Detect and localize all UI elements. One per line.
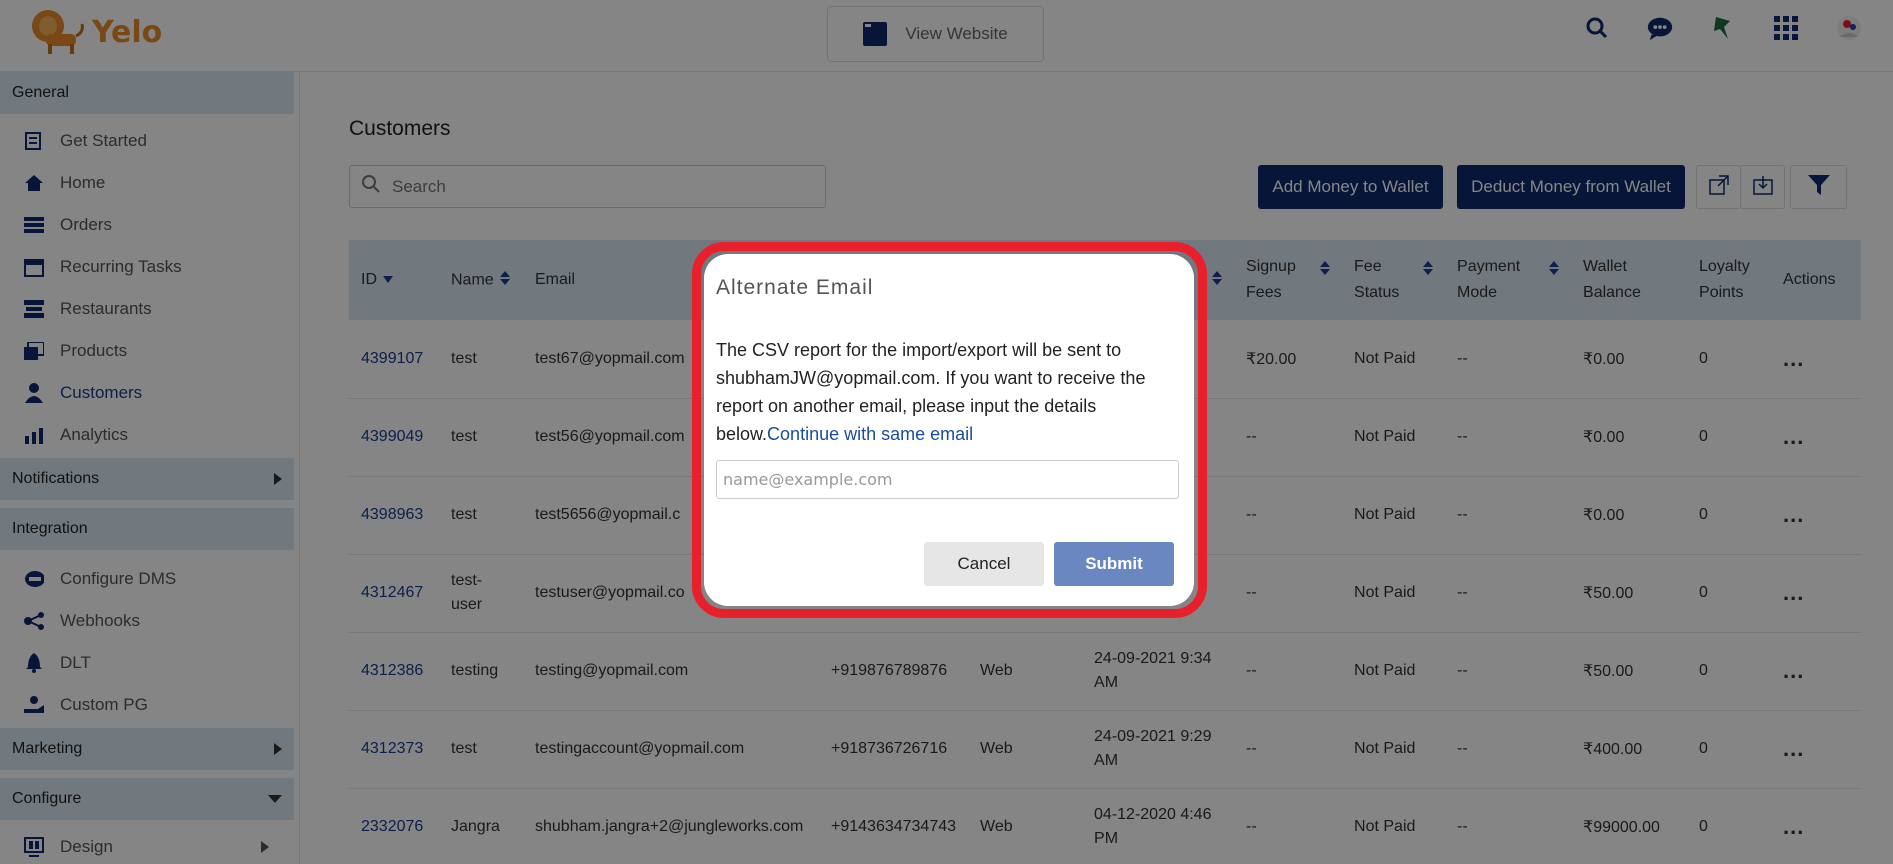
modal-title: Alternate Email	[716, 276, 874, 299]
submit-button[interactable]: Submit	[1054, 542, 1174, 586]
alternate-email-modal: Alternate Email The CSV report for the i…	[704, 254, 1194, 606]
alternate-email-input[interactable]	[716, 460, 1179, 499]
continue-same-email-link[interactable]: Continue with same email	[767, 424, 973, 444]
cancel-button[interactable]: Cancel	[924, 542, 1044, 586]
modal-body: The CSV report for the import/export wil…	[716, 336, 1182, 448]
